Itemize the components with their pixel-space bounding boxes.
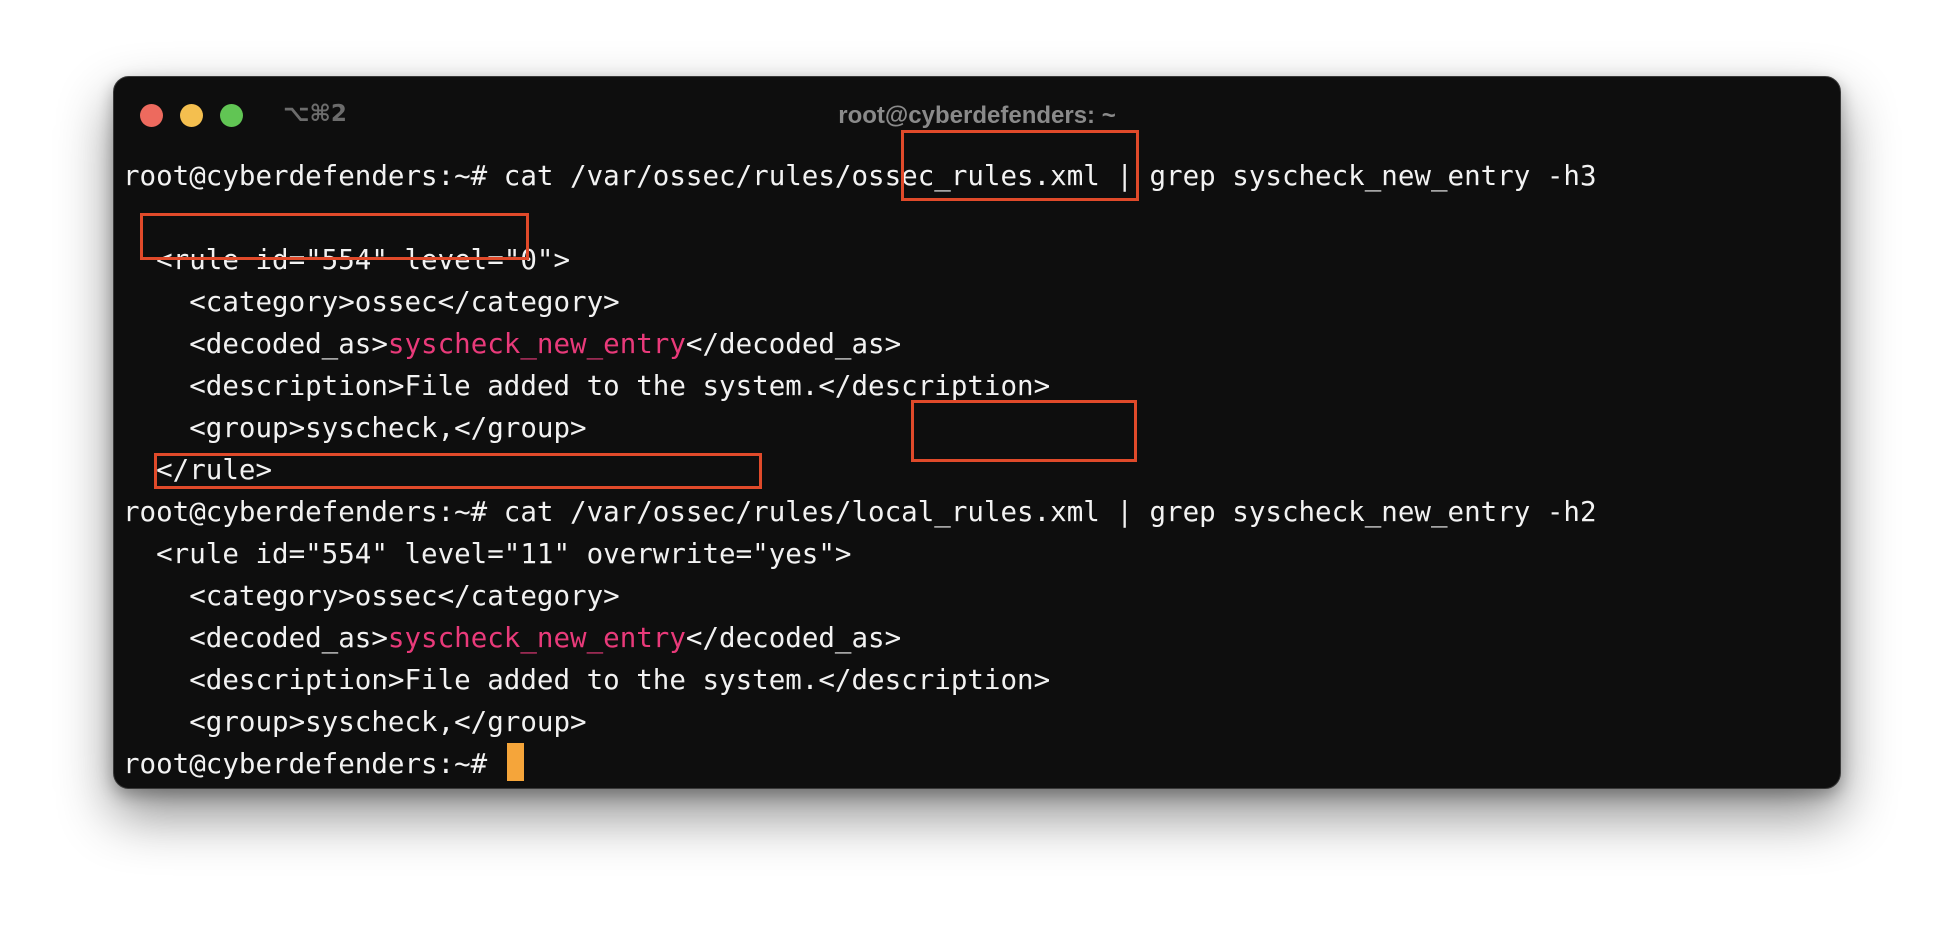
terminal-line: root@cyberdefenders:~# cat /var/ossec/ru… [123,155,1597,197]
terminal-text: <decoded_as> [123,328,388,360]
terminal-line: <decoded_as>syscheck_new_entry</decoded_… [123,323,1597,365]
terminal-line: <group>syscheck,</group> [123,407,1597,449]
terminal-text: <decoded_as> [123,622,388,654]
terminal-line: <rule id="554" level="0"> [123,239,1597,281]
terminal-text: root@cyberdefenders:~# [123,748,504,780]
terminal-text: </rule> [123,454,273,486]
terminal-line: <category>ossec</category> [123,281,1597,323]
terminal-line: <decoded_as>syscheck_new_entry</decoded_… [123,617,1597,659]
terminal-line: <group>syscheck,</group> [123,701,1597,743]
terminal-text: root@cyberdefenders:~# cat /var/ossec/ru… [123,496,1597,528]
terminal-text: <rule id="554" level="11" overwrite="yes… [123,538,852,570]
grep-match-text: syscheck_new_entry [387,328,686,360]
terminal-line: root@cyberdefenders:~# [123,743,1597,785]
terminal-text: <rule id="554" level="0"> [123,244,571,276]
terminal-line: </rule> [123,449,1597,491]
terminal-text: <description>File added to the system.</… [123,370,1051,402]
grep-match-text: syscheck_new_entry [387,622,686,654]
terminal-line: <rule id="554" level="11" overwrite="yes… [123,533,1597,575]
terminal-window: ⌥⌘2 root@cyberdefenders: ~ root@cyberdef… [113,76,1841,789]
terminal-line: <description>File added to the system.</… [123,365,1597,407]
terminal-line: root@cyberdefenders:~# cat /var/ossec/ru… [123,491,1597,533]
terminal-text: </decoded_as> [685,328,902,360]
terminal-text: <group>syscheck,</group> [123,412,587,444]
terminal-line: <description>File added to the system.</… [123,659,1597,701]
title-bar: ⌥⌘2 root@cyberdefenders: ~ [114,77,1840,151]
terminal-text: root@cyberdefenders:~# cat /var/ossec/ru… [123,160,1597,192]
terminal-text: <group>syscheck,</group> [123,706,587,738]
terminal-line: <category>ossec</category> [123,575,1597,617]
terminal-output[interactable]: root@cyberdefenders:~# cat /var/ossec/ru… [123,155,1597,785]
terminal-text: <category>ossec</category> [123,286,620,318]
window-title: root@cyberdefenders: ~ [838,102,1116,129]
terminal-cursor [506,743,524,781]
terminal-text: </decoded_as> [685,622,902,654]
terminal-text: <description>File added to the system.</… [123,664,1051,696]
terminal-text: <category>ossec</category> [123,580,620,612]
